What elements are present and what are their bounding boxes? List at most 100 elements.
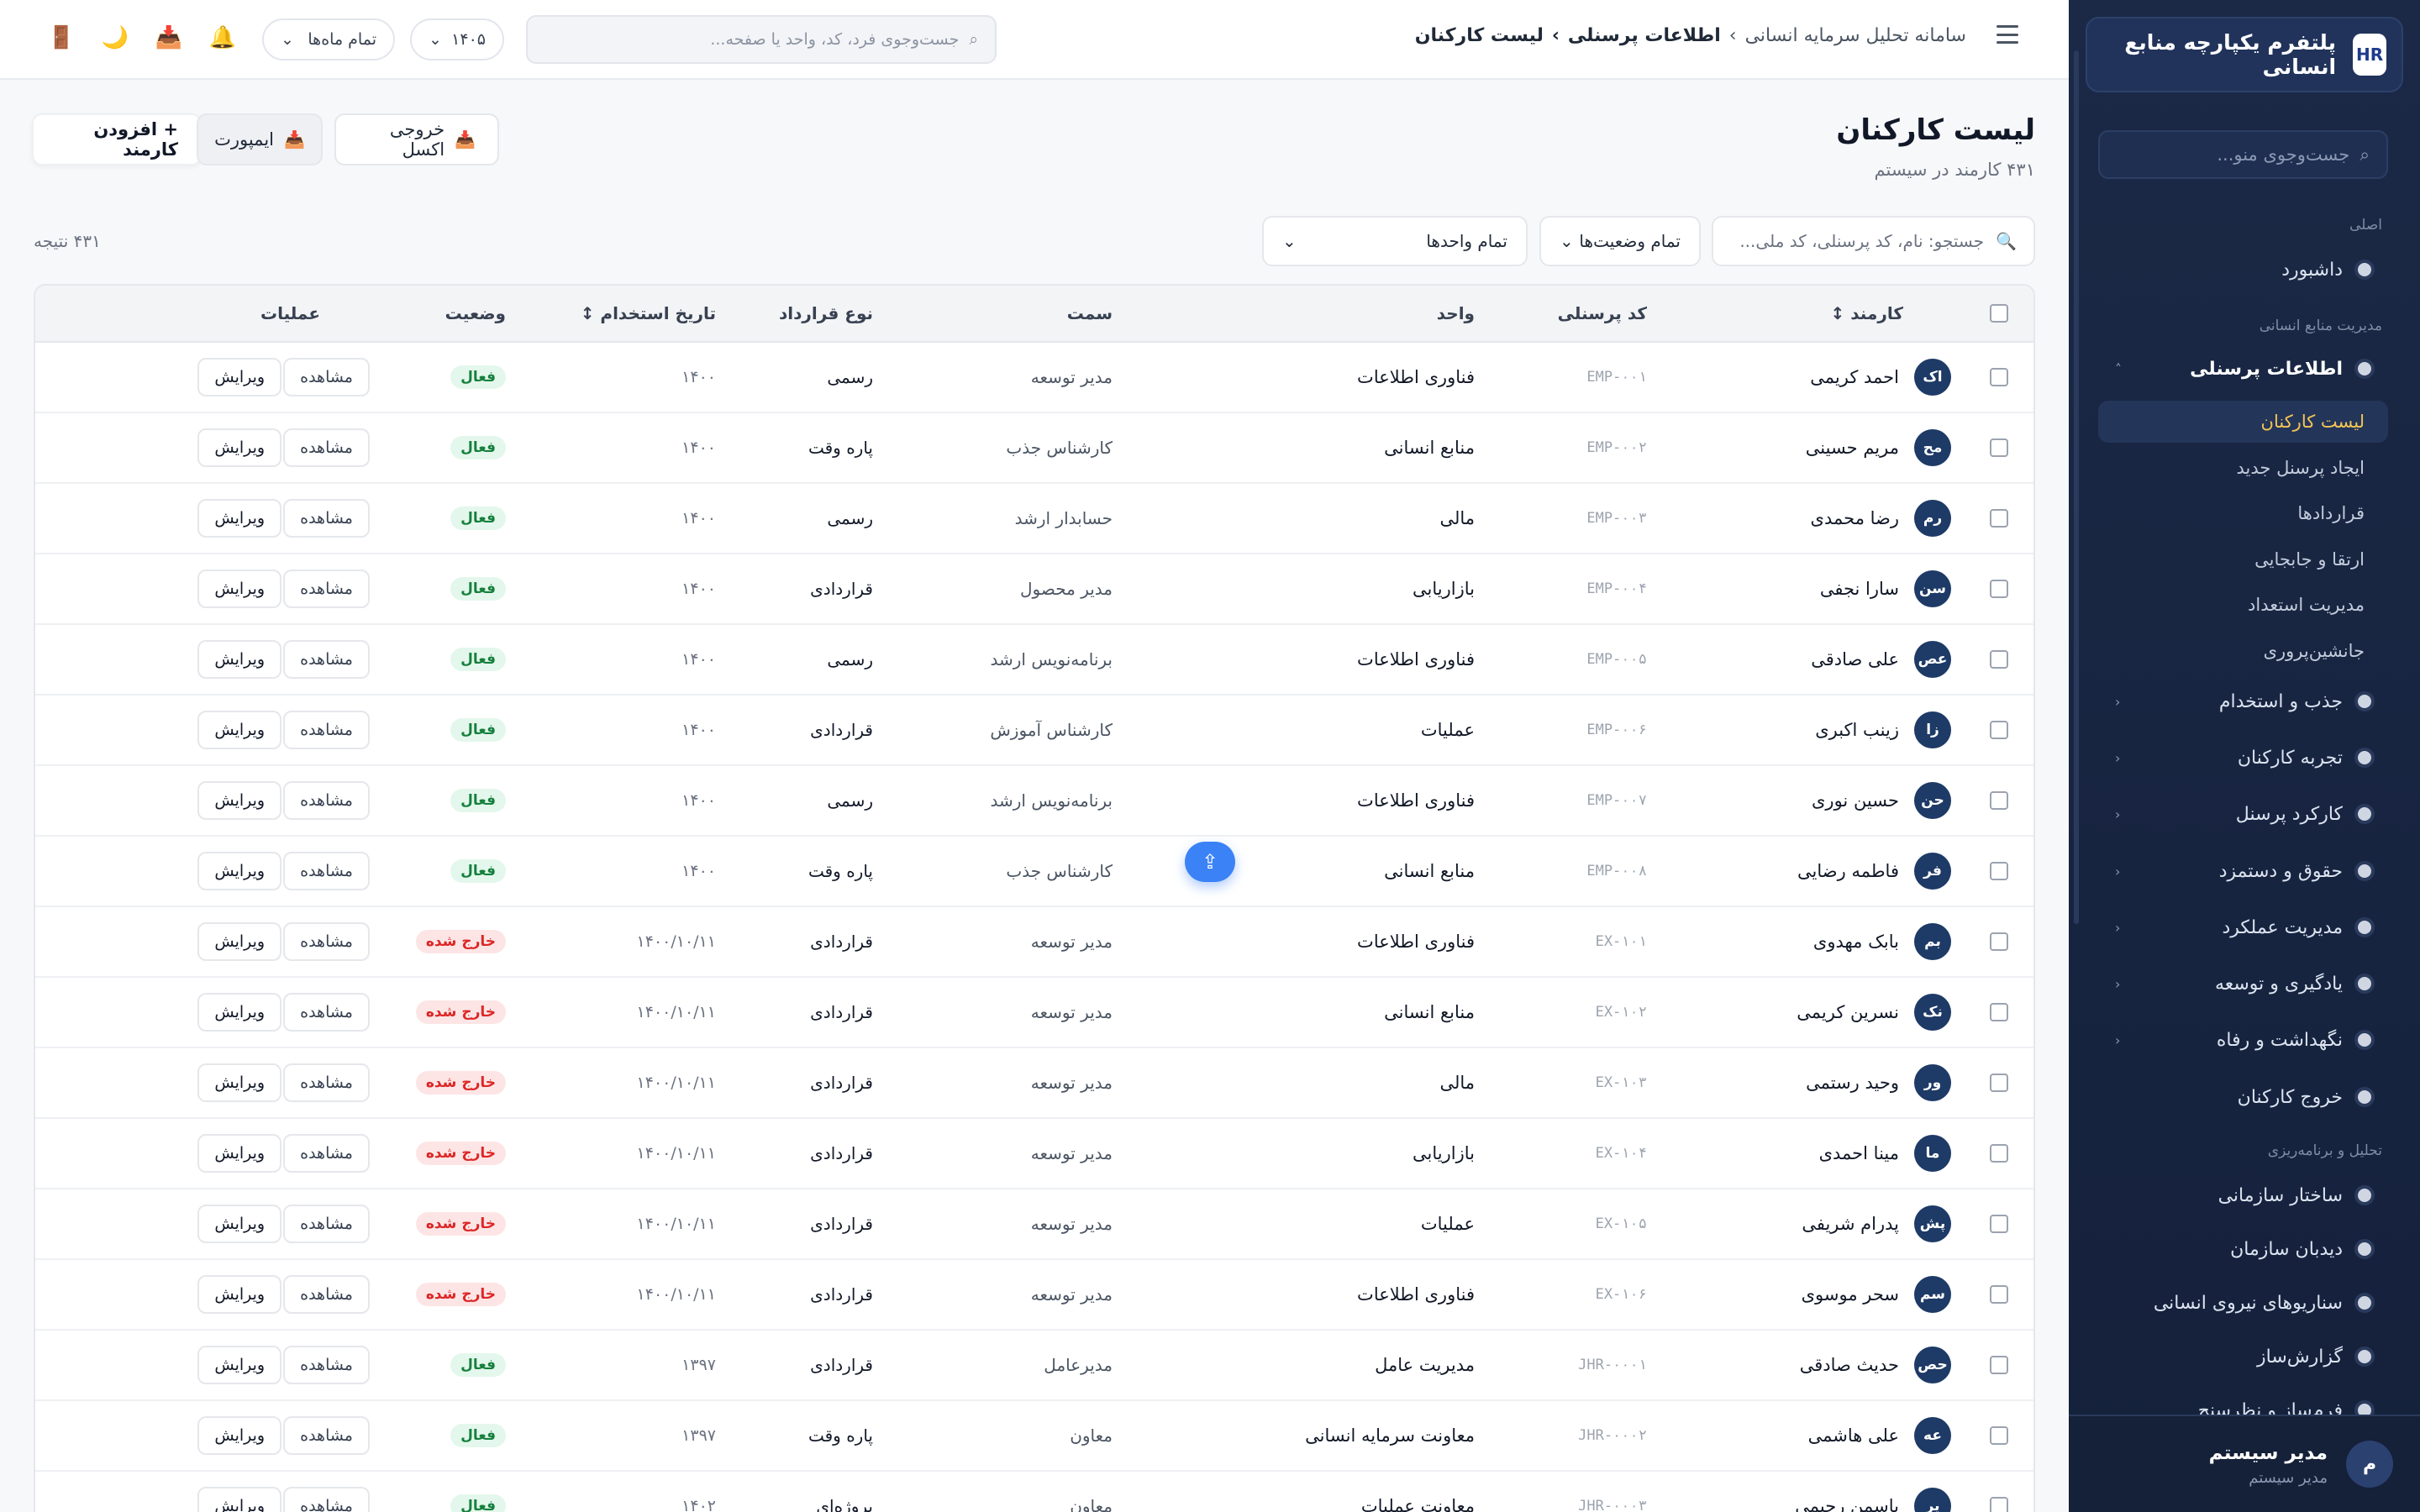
- employee-name[interactable]: احمد کریمی: [1810, 367, 1899, 387]
- employee-name[interactable]: علی هاشمی: [1808, 1425, 1899, 1446]
- edit-button[interactable]: ویرایش: [197, 499, 282, 538]
- employee-cell[interactable]: حص حدیث صادقی: [1800, 1331, 1951, 1399]
- select-all-checkbox[interactable]: [1990, 304, 2008, 323]
- view-button[interactable]: مشاهده: [283, 499, 370, 538]
- view-button[interactable]: مشاهده: [283, 852, 370, 890]
- employee-name[interactable]: زینب اکبری: [1815, 720, 1899, 740]
- employee-cell[interactable]: سن سارا نجفی: [1820, 554, 1951, 623]
- row-checkbox[interactable]: [1990, 650, 2008, 669]
- row-checkbox[interactable]: [1990, 438, 2008, 457]
- employee-cell[interactable]: بم بابک مهدوی: [1813, 907, 1951, 976]
- employee-name[interactable]: نسرین کریمی: [1797, 1002, 1899, 1022]
- employee-name[interactable]: سحر موسوی: [1802, 1284, 1899, 1305]
- view-button[interactable]: مشاهده: [283, 428, 370, 467]
- edit-button[interactable]: ویرایش: [197, 1063, 282, 1102]
- breadcrumb-section[interactable]: اطلاعات پرسنلی: [1568, 25, 1721, 46]
- employee-cell[interactable]: ما مینا احمدی: [1819, 1119, 1951, 1188]
- employee-cell[interactable]: عص علی صادقی: [1811, 625, 1951, 694]
- sidebar-subitem-talent[interactable]: مدیریت استعداد: [2098, 584, 2388, 626]
- door-icon[interactable]: 🚪: [47, 24, 76, 52]
- view-button[interactable]: مشاهده: [283, 922, 370, 961]
- employee-cell[interactable]: پش پدرام شریفی: [1802, 1189, 1951, 1258]
- employee-name[interactable]: علی صادقی: [1811, 649, 1899, 669]
- employee-name[interactable]: یاسمن رحیمی: [1795, 1496, 1899, 1512]
- employee-cell[interactable]: فر فاطمه رضایی: [1797, 837, 1951, 906]
- view-button[interactable]: مشاهده: [283, 993, 370, 1032]
- employee-cell[interactable]: حن حسین نوری: [1812, 766, 1951, 835]
- row-checkbox[interactable]: [1990, 1074, 2008, 1092]
- sidebar-item-personnel-performance[interactable]: کارکرد پرسنل ‹: [2098, 790, 2388, 838]
- edit-button[interactable]: ویرایش: [197, 358, 282, 396]
- employee-cell[interactable]: عه علی هاشمی: [1808, 1401, 1951, 1470]
- employee-cell[interactable]: مح مریم حسینی: [1806, 413, 1951, 482]
- sidebar-subitem-succession[interactable]: جانشین‌پروری: [2098, 630, 2388, 672]
- sidebar-subitem-promotion[interactable]: ارتقا و جابجایی: [2098, 538, 2388, 580]
- employee-name[interactable]: حدیث صادقی: [1800, 1355, 1899, 1375]
- employee-cell[interactable]: نک نسرین کریمی: [1797, 978, 1951, 1047]
- export-excel-button[interactable]: 📥 خروجی اکسل: [334, 113, 499, 165]
- employee-name[interactable]: حسین نوری: [1812, 790, 1899, 811]
- moon-icon[interactable]: 🌙: [101, 24, 129, 52]
- edit-button[interactable]: ویرایش: [197, 711, 282, 749]
- sidebar-item-offboarding[interactable]: خروج کارکنان: [2098, 1073, 2388, 1121]
- bell-icon[interactable]: 🔔: [208, 24, 237, 52]
- breadcrumb-root[interactable]: سامانه تحلیل سرمایه انسانی: [1745, 25, 1966, 46]
- status-filter-select[interactable]: تمام وضعیت‌ها ⌄: [1539, 216, 1701, 266]
- menu-search-input[interactable]: ⌕ جست‌وجوی منو...: [2098, 130, 2388, 179]
- import-button[interactable]: 📥 ایمپورت: [197, 113, 323, 165]
- row-checkbox[interactable]: [1990, 580, 2008, 598]
- sidebar-item-dashboard[interactable]: داشبورد: [2098, 245, 2388, 294]
- edit-button[interactable]: ویرایش: [197, 781, 282, 820]
- employee-name[interactable]: مریم حسینی: [1806, 438, 1899, 458]
- sidebar-item-performance-management[interactable]: مدیریت عملکرد ‹: [2098, 903, 2388, 952]
- employee-cell[interactable]: زا زینب اکبری: [1815, 696, 1951, 764]
- sidebar-item-personnel-info[interactable]: اطلاعات پرسنلی ˄: [2098, 344, 2388, 393]
- inbox-icon[interactable]: 📥: [155, 24, 183, 52]
- edit-button[interactable]: ویرایش: [197, 1134, 282, 1173]
- row-checkbox[interactable]: [1990, 932, 2008, 951]
- sidebar-item-org-watch[interactable]: دیدبان سازمان: [2098, 1225, 2388, 1273]
- sidebar-item-recruitment[interactable]: جذب و استخدام ‹: [2098, 677, 2388, 726]
- edit-button[interactable]: ویرایش: [197, 993, 282, 1032]
- view-button[interactable]: مشاهده: [283, 1205, 370, 1243]
- row-checkbox[interactable]: [1990, 1497, 2008, 1512]
- edit-button[interactable]: ویرایش: [197, 1416, 282, 1455]
- row-checkbox[interactable]: [1990, 862, 2008, 880]
- sidebar-item-org-structure[interactable]: ساختار سازمانی: [2098, 1171, 2388, 1220]
- view-button[interactable]: مشاهده: [283, 711, 370, 749]
- view-button[interactable]: مشاهده: [283, 640, 370, 679]
- employee-name[interactable]: مینا احمدی: [1819, 1143, 1899, 1163]
- user-card[interactable]: م مدیر سیستم مدیر سیستم: [2069, 1415, 2420, 1512]
- row-checkbox[interactable]: [1990, 1356, 2008, 1374]
- sidebar-subitem-contracts[interactable]: قراردادها: [2098, 492, 2388, 534]
- view-button[interactable]: مشاهده: [283, 570, 370, 608]
- sidebar-item-payroll[interactable]: حقوق و دستمزد ‹: [2098, 847, 2388, 895]
- view-button[interactable]: مشاهده: [283, 1275, 370, 1314]
- row-checkbox[interactable]: [1990, 721, 2008, 739]
- sidebar-item-employee-experience[interactable]: تجربه کارکنان ‹: [2098, 733, 2388, 782]
- row-checkbox[interactable]: [1990, 1426, 2008, 1445]
- row-checkbox[interactable]: [1990, 509, 2008, 528]
- view-button[interactable]: مشاهده: [283, 358, 370, 396]
- edit-button[interactable]: ویرایش: [197, 922, 282, 961]
- edit-button[interactable]: ویرایش: [197, 1275, 282, 1314]
- edit-button[interactable]: ویرایش: [197, 640, 282, 679]
- employee-name[interactable]: فاطمه رضایی: [1797, 861, 1899, 881]
- sidebar-subitem-create-personnel[interactable]: ایجاد پرسنل جدید: [2098, 447, 2388, 489]
- header-hire-date[interactable]: تاریخ استخدام ↕: [581, 286, 716, 341]
- employee-search-input[interactable]: 🔍 جستجو: نام، کد پرسنلی، کد ملی...: [1712, 216, 2035, 266]
- edit-button[interactable]: ویرایش: [197, 852, 282, 890]
- row-checkbox[interactable]: [1990, 1003, 2008, 1021]
- menu-toggle-icon[interactable]: [1996, 25, 2018, 44]
- month-select[interactable]: تمام ماه‌ها ⌄: [262, 18, 395, 60]
- edit-button[interactable]: ویرایش: [197, 1205, 282, 1243]
- employee-name[interactable]: وحید رستمی: [1806, 1073, 1899, 1093]
- sidebar-item-workforce-scenarios[interactable]: سناریوهای نیروی انسانی: [2098, 1278, 2388, 1327]
- employee-name[interactable]: پدرام شریفی: [1802, 1214, 1899, 1234]
- header-employee[interactable]: کارمند ↕: [1831, 286, 1903, 341]
- unit-filter-select[interactable]: تمام واحدها ⌄: [1262, 216, 1528, 266]
- view-button[interactable]: مشاهده: [283, 1134, 370, 1173]
- edit-button[interactable]: ویرایش: [197, 1346, 282, 1384]
- employee-cell[interactable]: یر یاسمن رحیمی: [1795, 1472, 1951, 1512]
- add-employee-button[interactable]: + افزودن کارمند: [32, 113, 202, 165]
